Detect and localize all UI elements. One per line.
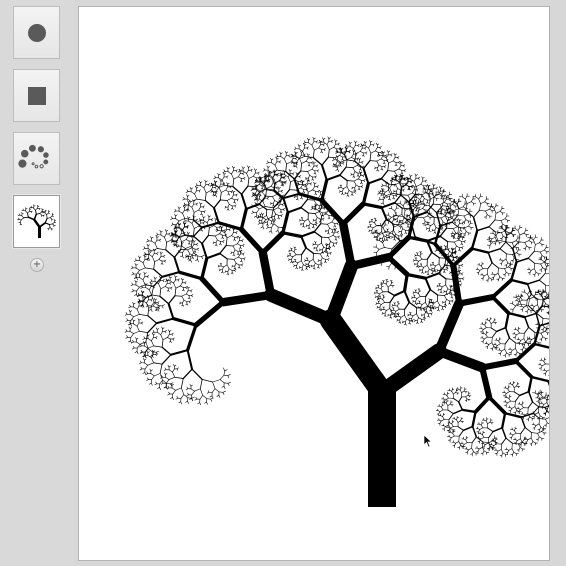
spiral-shape-thumbnail[interactable] <box>13 132 60 185</box>
mouse-cursor-icon <box>423 434 433 448</box>
circle-shape-thumbnail[interactable] <box>13 6 60 59</box>
add-shape-button[interactable]: + <box>30 258 44 272</box>
fractal-tree-drawing <box>124 136 566 507</box>
circle-icon <box>27 23 46 42</box>
spiral-icon <box>17 144 49 168</box>
square-icon <box>27 86 46 105</box>
fractal-tree-icon <box>16 204 56 238</box>
shape-sidebar: + <box>0 0 74 566</box>
fractal-tree-thumbnail[interactable] <box>13 195 60 248</box>
drawing-canvas[interactable] <box>78 6 566 561</box>
square-shape-thumbnail[interactable] <box>13 69 60 122</box>
plus-icon: + <box>32 259 42 270</box>
